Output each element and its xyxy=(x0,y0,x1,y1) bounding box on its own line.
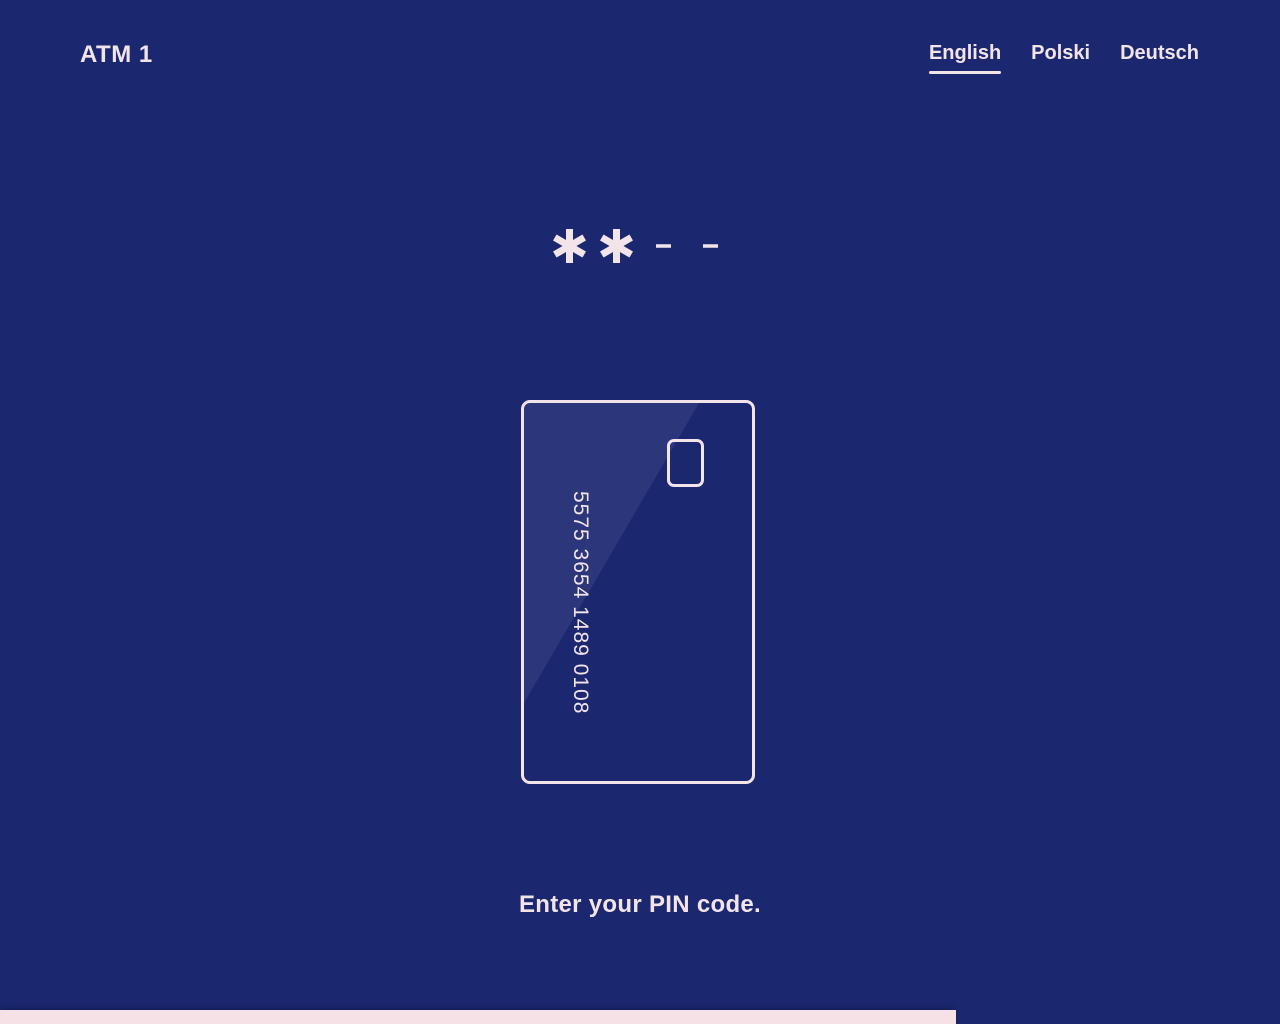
language-english[interactable]: English xyxy=(928,40,1002,74)
language-polski[interactable]: Polski xyxy=(1031,40,1090,74)
card-chip-icon xyxy=(667,439,704,487)
bank-card: 5575 3654 1489 0108 xyxy=(521,400,755,784)
language-deutsch[interactable]: Deutsch xyxy=(1120,40,1199,74)
dash-icon xyxy=(656,244,671,248)
instruction-text: Enter your PIN code. xyxy=(518,891,762,918)
dash-icon xyxy=(703,244,718,248)
progress-bar xyxy=(0,1010,1280,1024)
atm-screen: ATM 1 English Polski Deutsch 5575 3654 1… xyxy=(0,0,1280,1024)
pin-digit-filled xyxy=(551,218,588,274)
card-number: 5575 3654 1489 0108 xyxy=(569,491,592,715)
asterisk-icon xyxy=(553,229,586,263)
progress-bar-fill xyxy=(0,1010,957,1024)
asterisk-icon xyxy=(600,229,633,263)
app-title: ATM 1 xyxy=(80,41,153,68)
card-shine xyxy=(524,403,699,703)
pin-digit-empty xyxy=(692,218,729,274)
pin-digit-empty xyxy=(645,218,682,274)
pin-digit-filled xyxy=(598,218,635,274)
pin-display xyxy=(0,218,1280,274)
language-switcher: English Polski Deutsch xyxy=(928,40,1199,74)
